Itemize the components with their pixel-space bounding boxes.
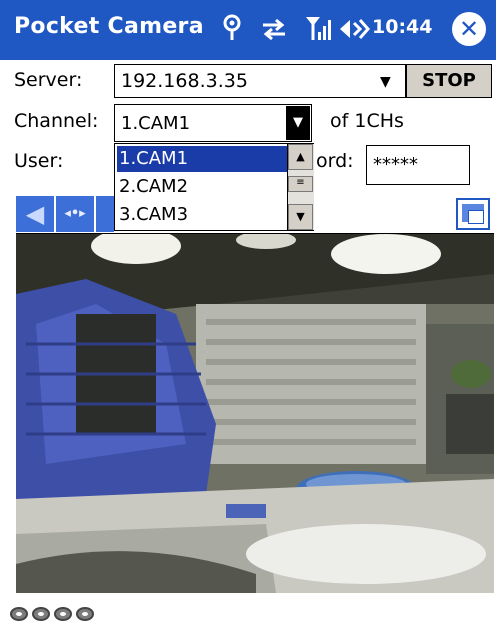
channel-dropdown-list[interactable]: 1.CAM1 2.CAM2 3.CAM3 ▲ ≡ ▼ (114, 143, 314, 231)
status-dot-icon (32, 607, 50, 621)
close-button[interactable]: ✕ (452, 12, 486, 46)
server-label: Server: (14, 69, 83, 91)
server-input[interactable]: 192.168.3.35 (114, 64, 406, 98)
status-dot-icon (76, 607, 94, 621)
channel-option[interactable]: 1.CAM1 (117, 146, 287, 172)
channel-label: Channel: (14, 110, 99, 132)
channel-count: of 1CHs (330, 110, 404, 132)
camera-video-feed[interactable] (16, 233, 494, 593)
channel-option[interactable]: 3.CAM3 (117, 202, 287, 228)
password-input[interactable]: ***** (366, 145, 470, 185)
clock: 10:44 (372, 16, 433, 38)
channel-option[interactable]: 2.CAM2 (117, 174, 287, 200)
scrollbar[interactable]: ▲ ≡ ▼ (287, 144, 314, 230)
user-label: User: (14, 150, 64, 172)
right-arrow-icon[interactable] (96, 196, 114, 232)
scroll-up-icon[interactable]: ▲ (288, 144, 313, 170)
channel-select[interactable]: 1.CAM1 (114, 104, 312, 142)
status-dot-icon (10, 607, 28, 621)
window-icon[interactable] (456, 198, 490, 230)
status-dot-icon (54, 607, 72, 621)
stop-button[interactable]: STOP (406, 64, 492, 98)
chevron-down-icon[interactable]: ▼ (380, 74, 391, 90)
connectivity-icon[interactable] (222, 14, 242, 47)
status-indicator (10, 606, 98, 626)
chevron-down-icon[interactable]: ▼ (286, 106, 310, 140)
app-title: Pocket Camera (14, 14, 204, 39)
pan-icon[interactable]: ◂•▸ (56, 196, 94, 232)
left-arrow-icon[interactable]: ◀ (16, 196, 54, 232)
scroll-down-icon[interactable]: ▼ (288, 204, 313, 230)
password-label: ord: (316, 150, 354, 172)
scroll-thumb[interactable]: ≡ (288, 176, 313, 192)
signal-icon[interactable] (304, 14, 332, 47)
sync-icon[interactable] (261, 17, 287, 46)
volume-icon[interactable] (338, 16, 371, 47)
